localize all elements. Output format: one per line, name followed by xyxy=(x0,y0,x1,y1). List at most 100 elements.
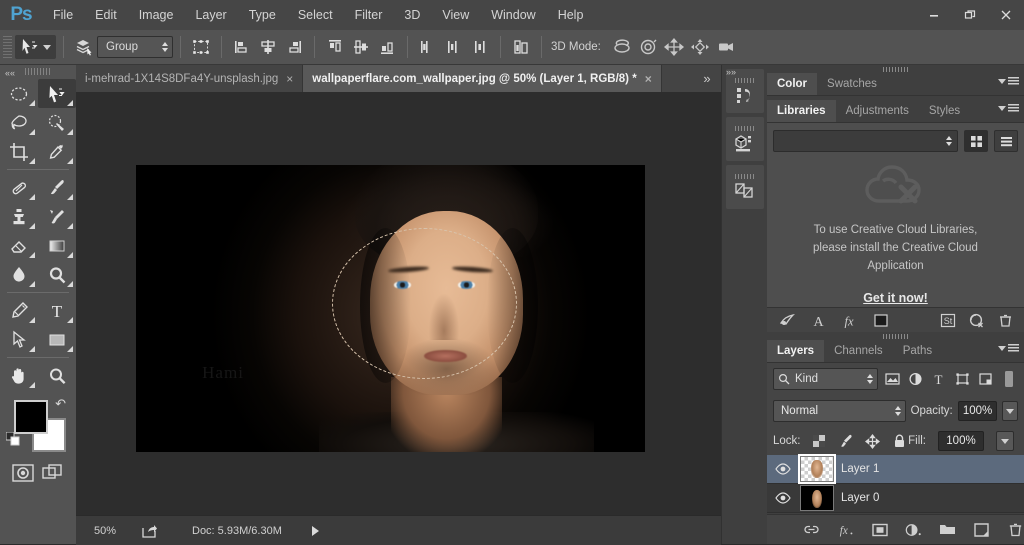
spinner-arrows[interactable] xyxy=(867,374,874,384)
collapse-panel-icon[interactable]: «« xyxy=(5,68,15,78)
scale-3d-object-icon[interactable] xyxy=(713,35,739,59)
tool-flyout-indicator[interactable] xyxy=(29,346,35,352)
expand-panels-icon[interactable]: »» xyxy=(726,67,736,77)
image-canvas[interactable]: Hami xyxy=(136,165,645,452)
blend-mode-select[interactable]: Normal xyxy=(773,400,906,422)
tab-layers[interactable]: Layers xyxy=(767,340,825,362)
menu-image[interactable]: Image xyxy=(128,0,185,30)
menu-file[interactable]: File xyxy=(42,0,84,30)
show-transform-controls-checkbox[interactable] xyxy=(188,35,214,59)
lock-all-icon[interactable] xyxy=(891,432,909,450)
align-right-edges-icon[interactable] xyxy=(281,35,307,59)
roll-3d-object-icon[interactable] xyxy=(635,35,661,59)
tool-pen[interactable] xyxy=(0,296,38,325)
play-arrow-icon[interactable] xyxy=(311,525,319,536)
tool-flyout-indicator[interactable] xyxy=(67,281,73,287)
color-panel-grip[interactable] xyxy=(767,65,1024,73)
spinner-arrows[interactable] xyxy=(894,406,901,416)
layer-thumbnail[interactable] xyxy=(800,456,834,482)
color-swatch-icon[interactable] xyxy=(872,312,889,329)
share-icon[interactable] xyxy=(138,521,160,541)
tool-flyout-indicator[interactable] xyxy=(29,281,35,287)
tool-flyout-indicator[interactable] xyxy=(67,194,73,200)
tool-flyout-indicator[interactable] xyxy=(67,100,73,106)
tool-gradient[interactable] xyxy=(38,231,76,260)
fill-dropdown-icon[interactable] xyxy=(996,431,1014,451)
tool-rectangular-marquee[interactable] xyxy=(0,79,38,108)
new-group-icon[interactable] xyxy=(939,521,956,538)
canvas-workspace[interactable]: Hami xyxy=(76,92,721,515)
properties-panel-icon[interactable] xyxy=(726,117,764,161)
layer-style-icon[interactable]: fx xyxy=(841,312,858,329)
menu-window[interactable]: Window xyxy=(480,0,546,30)
tool-path-selection[interactable] xyxy=(0,325,38,354)
tab-overflow-button[interactable]: » xyxy=(693,65,721,92)
tool-flyout-indicator[interactable] xyxy=(29,382,35,388)
tool-hand[interactable] xyxy=(0,361,38,390)
lock-position-icon[interactable] xyxy=(864,432,882,450)
default-colors-icon[interactable] xyxy=(6,432,20,446)
tool-blur[interactable] xyxy=(0,260,38,289)
panel-menu-icon[interactable] xyxy=(998,344,1019,353)
filter-shape-layers-icon[interactable] xyxy=(953,369,971,389)
layer-comps-panel-icon[interactable] xyxy=(726,165,764,209)
chevron-down-icon[interactable] xyxy=(43,44,51,50)
tool-flyout-indicator[interactable] xyxy=(67,129,73,135)
tool-flyout-indicator[interactable] xyxy=(29,129,35,135)
panel-menu-icon[interactable] xyxy=(998,104,1019,113)
filter-type-layers-icon[interactable]: T xyxy=(930,369,948,389)
delete-icon[interactable] xyxy=(997,312,1014,329)
tools-panel-grip[interactable] xyxy=(25,68,51,75)
rotate-3d-object-icon[interactable] xyxy=(609,35,635,59)
zoom-level[interactable]: 50% xyxy=(94,525,138,537)
auto-select-checkbox[interactable] xyxy=(71,35,97,59)
tool-spot-healing-brush[interactable] xyxy=(0,173,38,202)
distribute-horizontal-centers-icon[interactable] xyxy=(441,35,467,59)
tool-rectangle[interactable] xyxy=(38,325,76,354)
new-adjustment-layer-icon[interactable] xyxy=(905,521,922,538)
delete-layer-icon[interactable] xyxy=(1007,521,1024,538)
slide-3d-object-icon[interactable] xyxy=(687,35,713,59)
tool-clone-stamp[interactable] xyxy=(0,202,38,231)
tool-flyout-indicator[interactable] xyxy=(29,194,35,200)
elliptical-selection-marquee[interactable] xyxy=(331,228,518,380)
library-select[interactable] xyxy=(773,130,958,152)
close-icon[interactable] xyxy=(988,4,1024,26)
layer-visibility-toggle[interactable] xyxy=(773,492,793,504)
tool-flyout-indicator[interactable] xyxy=(67,223,73,229)
tool-flyout-indicator[interactable] xyxy=(67,346,73,352)
menu-edit[interactable]: Edit xyxy=(84,0,128,30)
layers-panel-grip[interactable] xyxy=(767,332,1024,340)
layer-row-layer-1[interactable]: Layer 1 xyxy=(767,455,1024,484)
spinner-arrows[interactable] xyxy=(162,42,168,52)
options-bar-grip[interactable] xyxy=(3,36,12,58)
lock-image-pixels-icon[interactable] xyxy=(837,432,855,450)
text-style-icon[interactable]: A xyxy=(810,312,827,329)
align-top-edges-icon[interactable] xyxy=(322,35,348,59)
tool-flyout-indicator[interactable] xyxy=(67,317,73,323)
menu-help[interactable]: Help xyxy=(547,0,595,30)
layer-thumbnail[interactable] xyxy=(800,485,834,511)
screen-mode-icon[interactable] xyxy=(38,460,68,486)
menu-layer[interactable]: Layer xyxy=(184,0,237,30)
new-style-from-current-icon[interactable] xyxy=(779,312,796,329)
tool-flyout-indicator[interactable] xyxy=(29,158,35,164)
swap-colors-icon[interactable]: ↶ xyxy=(55,396,66,412)
fill-value[interactable]: 100% xyxy=(938,431,984,451)
restore-icon[interactable] xyxy=(952,4,988,26)
tool-quick-selection[interactable] xyxy=(38,108,76,137)
layer-row-layer-0[interactable]: Layer 0 xyxy=(767,484,1024,513)
tool-flyout-indicator[interactable] xyxy=(29,223,35,229)
spinner-arrows[interactable] xyxy=(946,136,952,146)
document-tab-unsplash[interactable]: i-mehrad-1X14S8DFa4Y-unsplash.jpg × xyxy=(76,65,304,92)
tool-flyout-indicator[interactable] xyxy=(29,100,35,106)
minimize-icon[interactable] xyxy=(916,4,952,26)
sync-settings-icon[interactable]: St xyxy=(939,312,956,329)
get-it-now-link[interactable]: Get it now! xyxy=(863,291,928,305)
distribute-left-edges-icon[interactable] xyxy=(415,35,441,59)
pan-3d-object-icon[interactable] xyxy=(661,35,687,59)
filter-adjustment-layers-icon[interactable] xyxy=(906,369,924,389)
layer-visibility-toggle[interactable] xyxy=(773,463,793,475)
filter-smart-objects-icon[interactable] xyxy=(976,369,994,389)
add-layer-style-icon[interactable]: fx xyxy=(837,521,854,538)
